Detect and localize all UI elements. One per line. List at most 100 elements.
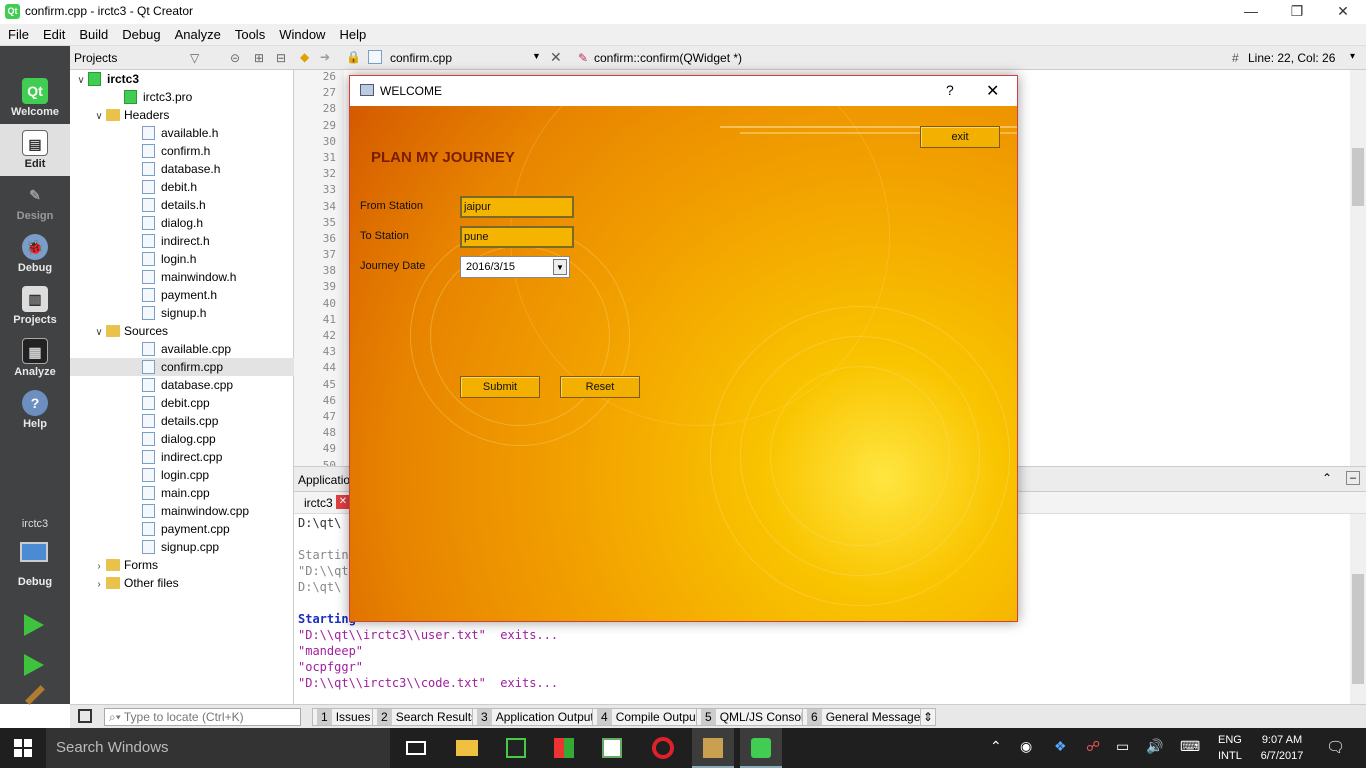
- menu-help[interactable]: Help: [331, 24, 372, 42]
- irctc-app-taskbar-button[interactable]: [692, 728, 734, 768]
- build-hammer-icon[interactable]: [25, 685, 45, 705]
- tab-application-output[interactable]: 3 Application Output: [472, 708, 599, 726]
- tree-file-dialog-cpp[interactable]: dialog.cpp: [70, 430, 294, 448]
- tree-other-files-folder[interactable]: › Other files: [70, 574, 294, 592]
- tree-file-debit-cpp[interactable]: debit.cpp: [70, 394, 294, 412]
- tab-issues[interactable]: 1 Issues: [312, 708, 376, 726]
- notifications-icon[interactable]: 🗨: [1326, 738, 1345, 756]
- tree-file-dialog-h[interactable]: dialog.h: [70, 214, 294, 232]
- mode-help[interactable]: ? Help: [0, 384, 70, 436]
- tree-file-signup-cpp[interactable]: signup.cpp: [70, 538, 294, 556]
- locator-input[interactable]: ⌕▾ Type to locate (Ctrl+K): [104, 708, 301, 726]
- editor-scrollbar[interactable]: [1350, 70, 1366, 466]
- open-file-selector[interactable]: confirm.cpp: [390, 51, 452, 65]
- tree-file-indirect-h[interactable]: indirect.h: [70, 232, 294, 250]
- toggle-sidebar-icon[interactable]: [78, 709, 92, 723]
- symbol-selector[interactable]: confirm::confirm(QWidget *): [594, 51, 742, 65]
- dropbox-icon[interactable]: ❖: [1054, 738, 1067, 755]
- mode-analyze[interactable]: ▦ Analyze: [0, 332, 70, 384]
- debug-run-icon[interactable]: [24, 654, 44, 676]
- maximize-pane-icon[interactable]: ⌃: [1322, 471, 1332, 485]
- tree-file-login-cpp[interactable]: login.cpp: [70, 466, 294, 484]
- tree-file-login-h[interactable]: login.h: [70, 250, 294, 268]
- task-view-icon[interactable]: [406, 741, 426, 755]
- mode-edit[interactable]: ▤ Edit: [0, 124, 70, 176]
- show-hidden-icons[interactable]: ⌃: [990, 738, 1002, 755]
- tree-file-payment-cpp[interactable]: payment.cpp: [70, 520, 294, 538]
- kit-selector-monitor-icon[interactable]: [20, 542, 48, 562]
- split-icon[interactable]: ⊞: [254, 51, 264, 65]
- tree-file-debit-h[interactable]: debit.h: [70, 178, 294, 196]
- menu-build[interactable]: Build: [71, 24, 114, 42]
- tree-pro-file[interactable]: irctc3.pro: [70, 88, 294, 106]
- filter-icon[interactable]: ▽: [190, 51, 199, 65]
- tree-file-payment-h[interactable]: payment.h: [70, 286, 294, 304]
- tree-file-database-h[interactable]: database.h: [70, 160, 294, 178]
- opera-browser-icon[interactable]: [652, 737, 674, 759]
- tree-file-main-cpp[interactable]: main.cpp: [70, 484, 294, 502]
- volume-icon[interactable]: 🔊: [1146, 738, 1163, 755]
- record-icon[interactable]: ◉: [1020, 738, 1032, 755]
- tree-file-confirm-cpp[interactable]: confirm.cpp: [70, 358, 294, 376]
- menu-debug[interactable]: Debug: [114, 24, 166, 42]
- close-tab-icon[interactable]: ✕: [336, 495, 350, 509]
- tree-root-project[interactable]: ∨ irctc3: [70, 70, 294, 88]
- dialog-help-button[interactable]: ?: [946, 82, 954, 98]
- mode-welcome[interactable]: Qt Welcome: [0, 72, 70, 124]
- projects-view-selector[interactable]: Projects: [74, 51, 117, 65]
- taskbar-search-box[interactable]: Search Windows: [46, 728, 390, 768]
- close-button[interactable]: ✕: [1320, 0, 1366, 24]
- link-icon[interactable]: ⊝: [230, 51, 240, 65]
- tree-file-mainwindow-cpp[interactable]: mainwindow.cpp: [70, 502, 294, 520]
- tab-general-messages[interactable]: 6 General Messages: [802, 708, 932, 726]
- run-icon[interactable]: [24, 614, 44, 636]
- minimize-pane-icon[interactable]: –: [1346, 471, 1360, 485]
- tree-headers-folder[interactable]: ∨ Headers: [70, 106, 294, 124]
- start-windows-icon[interactable]: [14, 739, 32, 757]
- output-scrollbar[interactable]: [1350, 514, 1366, 704]
- split-dropdown-icon[interactable]: ▾: [1350, 51, 1355, 62]
- colorful-app-icon[interactable]: [554, 738, 574, 758]
- tree-file-signup-h[interactable]: signup.h: [70, 304, 294, 322]
- menu-tools[interactable]: Tools: [227, 24, 271, 42]
- back-arrow-icon[interactable]: ◆: [300, 50, 309, 64]
- menu-edit[interactable]: Edit: [35, 24, 71, 42]
- tree-file-details-h[interactable]: details.h: [70, 196, 294, 214]
- tree-file-details-cpp[interactable]: details.cpp: [70, 412, 294, 430]
- file-explorer-icon[interactable]: [456, 740, 478, 756]
- keyboard-icon[interactable]: ⌨: [1180, 738, 1200, 755]
- close-document-icon[interactable]: ✕: [550, 49, 562, 66]
- editor-scroll-thumb[interactable]: [1352, 148, 1364, 206]
- tree-sources-folder[interactable]: ∨ Sources: [70, 322, 294, 340]
- language-indicator[interactable]: ENG INTL: [1218, 732, 1242, 764]
- forward-arrow-icon[interactable]: ➔: [320, 50, 330, 64]
- exit-button[interactable]: exit: [920, 126, 1000, 148]
- to-station-input[interactable]: pune: [460, 226, 574, 248]
- cursor-position[interactable]: Line: 22, Col: 26: [1248, 51, 1335, 65]
- battery-icon[interactable]: ▭: [1116, 738, 1129, 755]
- output-tab-irctc3[interactable]: irctc3: [304, 496, 333, 510]
- submit-button[interactable]: Submit: [460, 376, 540, 398]
- mode-design[interactable]: ✎ Design: [0, 176, 70, 228]
- tree-file-indirect-cpp[interactable]: indirect.cpp: [70, 448, 294, 466]
- notepad-app-icon[interactable]: [602, 738, 622, 758]
- journey-date-picker[interactable]: 2016/3/15 ▼: [460, 256, 570, 278]
- qt-creator-taskbar-button[interactable]: [740, 728, 782, 768]
- tree-file-confirm-h[interactable]: confirm.h: [70, 142, 294, 160]
- tree-file-available-cpp[interactable]: available.cpp: [70, 340, 294, 358]
- reset-button[interactable]: Reset: [560, 376, 640, 398]
- menu-window[interactable]: Window: [271, 24, 331, 42]
- from-station-input[interactable]: jaipur: [460, 196, 574, 218]
- tree-forms-folder[interactable]: › Forms: [70, 556, 294, 574]
- file-dropdown-icon[interactable]: ▼: [532, 51, 541, 61]
- collapsed-arrow-icon[interactable]: ›: [92, 576, 106, 594]
- tab-search-results[interactable]: 2 Search Results: [372, 708, 483, 726]
- menu-file[interactable]: File: [0, 24, 35, 42]
- output-scroll-thumb[interactable]: [1352, 574, 1364, 684]
- tab-compile-output[interactable]: 4 Compile Output: [592, 708, 705, 726]
- dialog-close-button[interactable]: ✕: [986, 81, 999, 101]
- close-panel-icon[interactable]: ⊟: [276, 51, 286, 65]
- more-tabs-icon[interactable]: ⇕: [920, 708, 936, 726]
- tree-file-available-h[interactable]: available.h: [70, 124, 294, 142]
- clock[interactable]: 9:07 AM 6/7/2017: [1252, 732, 1312, 764]
